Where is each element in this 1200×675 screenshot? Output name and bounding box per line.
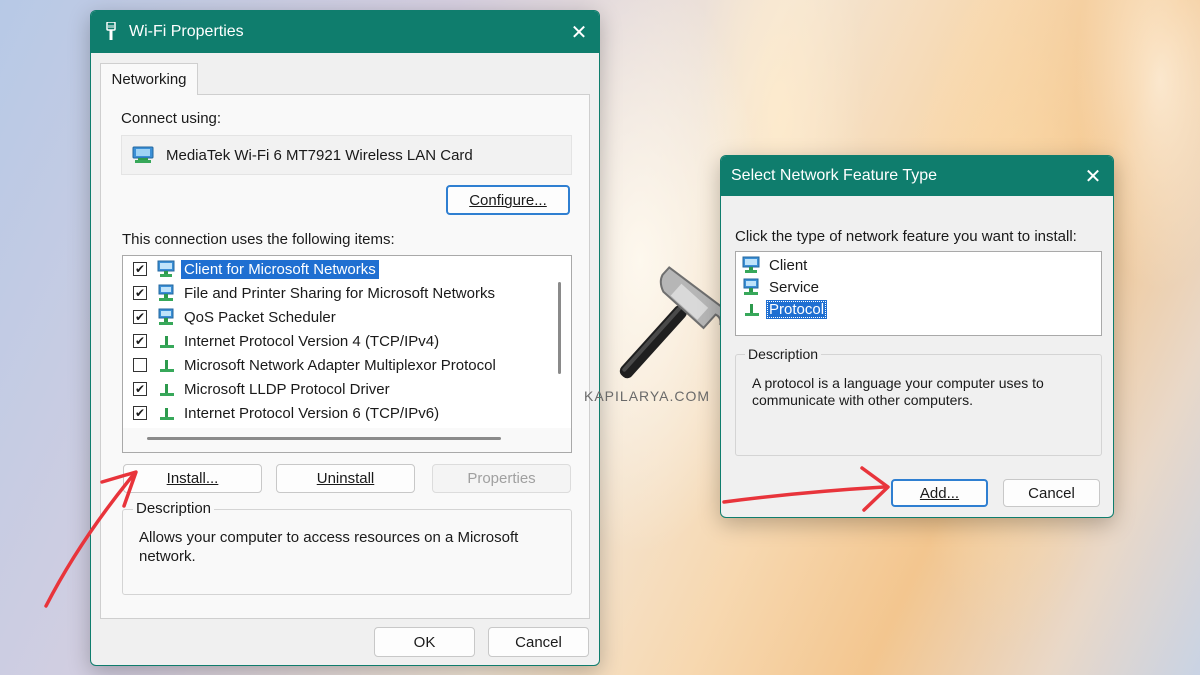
checkbox[interactable]: ✔ xyxy=(133,334,147,348)
list-item[interactable]: ✔ QoS Packet Scheduler xyxy=(133,306,339,328)
close-button[interactable]: ✕ xyxy=(1073,156,1113,196)
description-group: A protocol is a language your computer u… xyxy=(735,354,1102,456)
close-icon: ✕ xyxy=(570,21,588,44)
item-label: Protocol xyxy=(766,299,828,319)
feature-dialog-titlebar[interactable]: Select Network Feature Type ✕ xyxy=(721,156,1113,196)
list-item[interactable]: Service xyxy=(742,276,822,298)
wifi-properties-titlebar[interactable]: Wi-Fi Properties ✕ xyxy=(91,11,599,53)
checkbox[interactable]: ✔ xyxy=(133,310,147,324)
protocol-icon xyxy=(742,300,762,318)
close-button[interactable]: ✕ xyxy=(559,11,599,53)
networking-tab-panel: Connect using: MediaTek Wi-Fi 6 MT7921 W… xyxy=(100,94,590,619)
vertical-scrollbar[interactable] xyxy=(547,256,571,428)
protocol-icon xyxy=(157,404,177,422)
description-text: Allows your computer to access resources… xyxy=(139,529,519,565)
adapter-name: MediaTek Wi-Fi 6 MT7921 Wireless LAN Car… xyxy=(166,146,473,164)
cancel-button[interactable]: Cancel xyxy=(1003,479,1100,507)
list-item[interactable]: ✔ Microsoft LLDP Protocol Driver xyxy=(133,378,393,400)
checkbox[interactable] xyxy=(133,358,147,372)
checkbox[interactable]: ✔ xyxy=(133,262,147,276)
add-button[interactable]: Add... xyxy=(891,479,988,507)
protocol-icon xyxy=(157,332,177,350)
feature-prompt: Click the type of network feature you wa… xyxy=(735,228,1077,245)
item-label: Client xyxy=(769,256,808,274)
list-item[interactable]: Protocol xyxy=(742,298,828,320)
select-feature-dialog: Select Network Feature Type ✕ Click the … xyxy=(720,155,1114,518)
item-label: Microsoft Network Adapter Multiplexor Pr… xyxy=(184,356,496,374)
protocol-icon xyxy=(157,380,177,398)
description-group: Allows your computer to access resources… xyxy=(122,509,572,595)
checkbox[interactable]: ✔ xyxy=(133,406,147,420)
hammer-icon xyxy=(598,262,734,402)
tab-networking[interactable]: Networking xyxy=(100,63,198,95)
ok-button[interactable]: OK xyxy=(374,627,475,657)
list-item[interactable]: ✔ Internet Protocol Version 6 (TCP/IPv6) xyxy=(133,402,442,424)
item-label: QoS Packet Scheduler xyxy=(184,308,336,326)
properties-button[interactable]: Properties xyxy=(432,464,571,493)
list-item[interactable]: Microsoft Network Adapter Multiplexor Pr… xyxy=(133,354,499,376)
items-listbox[interactable]: ✔ Client for Microsoft Networks ✔ File a… xyxy=(122,255,572,453)
connect-using-label: Connect using: xyxy=(121,110,222,127)
list-item[interactable]: ✔ File and Printer Sharing for Microsoft… xyxy=(133,282,498,304)
wifi-adapter-icon xyxy=(105,22,117,42)
scrollbar-thumb[interactable] xyxy=(147,437,501,440)
install-button[interactable]: Install... xyxy=(123,464,262,493)
items-label: This connection uses the following items… xyxy=(122,231,395,248)
network-service-icon xyxy=(742,278,762,296)
network-service-icon xyxy=(157,308,177,326)
scrollbar-thumb[interactable] xyxy=(558,282,561,374)
network-adapter-icon xyxy=(132,146,154,164)
configure-button[interactable]: Configure... xyxy=(446,185,570,215)
list-item[interactable]: Client xyxy=(742,254,810,276)
uninstall-button[interactable]: Uninstall xyxy=(276,464,415,493)
item-label: File and Printer Sharing for Microsoft N… xyxy=(184,284,495,302)
item-label: Service xyxy=(769,278,820,296)
tab-label: Networking xyxy=(111,71,187,88)
checkbox[interactable]: ✔ xyxy=(133,382,147,396)
close-icon: ✕ xyxy=(1084,165,1102,188)
watermark: KAPILARYA.COM xyxy=(584,388,711,404)
feature-type-listbox[interactable]: Client Service Protocol xyxy=(735,251,1102,336)
horizontal-scrollbar[interactable] xyxy=(123,428,571,452)
network-client-icon xyxy=(742,256,762,274)
wifi-properties-dialog: Wi-Fi Properties ✕ Networking Connect us… xyxy=(90,10,600,666)
list-item[interactable]: ✔ Client for Microsoft Networks xyxy=(133,258,379,280)
description-label: Description xyxy=(745,346,822,362)
list-item[interactable]: ✔ Internet Protocol Version 4 (TCP/IPv4) xyxy=(133,330,442,352)
network-service-icon xyxy=(157,284,177,302)
adapter-field: MediaTek Wi-Fi 6 MT7921 Wireless LAN Car… xyxy=(121,135,572,175)
item-label: Internet Protocol Version 6 (TCP/IPv6) xyxy=(184,404,440,422)
description-text: A protocol is a language your computer u… xyxy=(752,375,1044,408)
item-label: Internet Protocol Version 4 (TCP/IPv4) xyxy=(184,332,440,350)
dialog-title: Select Network Feature Type xyxy=(731,167,938,184)
cancel-button[interactable]: Cancel xyxy=(488,627,589,657)
protocol-icon xyxy=(157,356,177,374)
network-client-icon xyxy=(157,260,177,278)
item-label: Client for Microsoft Networks xyxy=(181,259,379,279)
checkbox[interactable]: ✔ xyxy=(133,286,147,300)
description-label: Description xyxy=(133,500,215,517)
item-label: Microsoft LLDP Protocol Driver xyxy=(184,380,390,398)
dialog-title: Wi-Fi Properties xyxy=(129,23,244,40)
